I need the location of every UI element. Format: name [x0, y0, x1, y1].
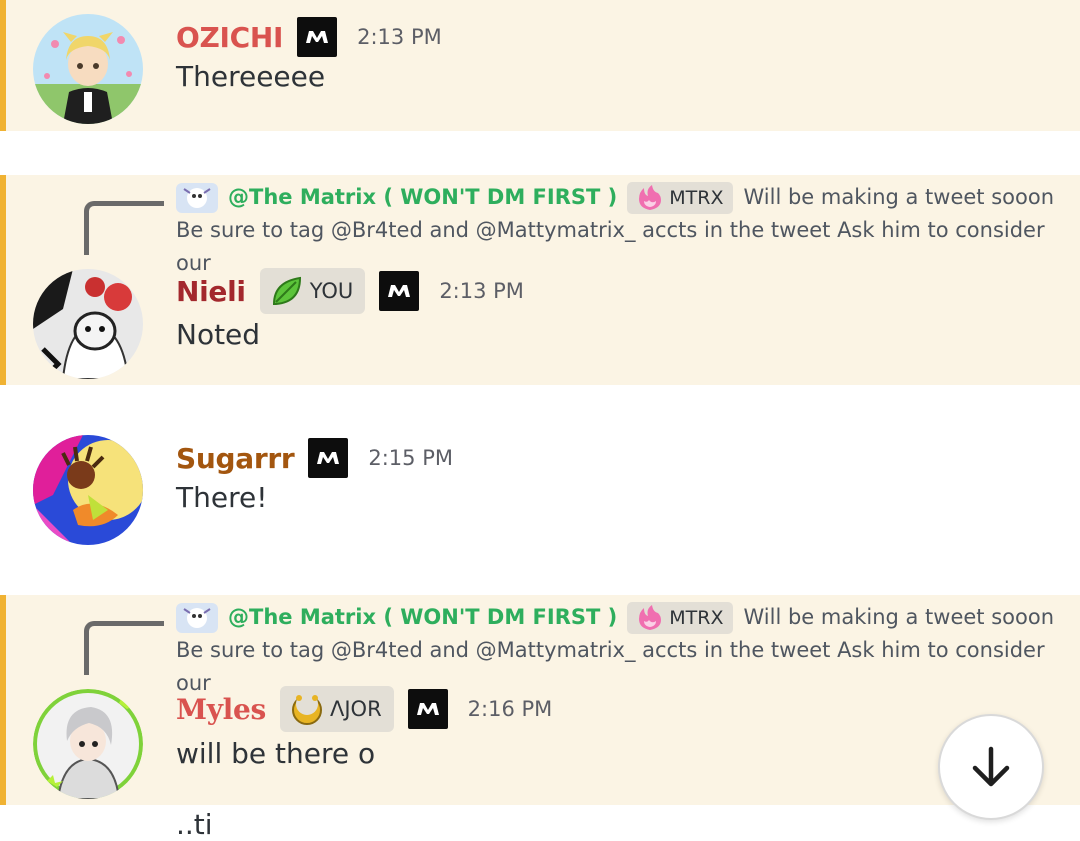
message-header: OZICHI 2:13 PM: [176, 15, 442, 59]
anime-girl-avatar[interactable]: [33, 14, 143, 124]
matrix-m-badge-icon[interactable]: [297, 17, 338, 57]
role-chip[interactable]: ΛJOR: [279, 686, 394, 732]
reply-preview[interactable]: @The Matrix ( WON'T DM FIRST ) MTRX Will b…: [176, 181, 1056, 280]
matrix-m-badge-icon[interactable]: [407, 689, 448, 729]
reply-mention[interactable]: @The Matrix ( WON'T DM FIRST ): [228, 185, 617, 209]
message-myles[interactable]: @The Matrix ( WON'T DM FIRST ) MTRX Will b…: [0, 595, 1080, 805]
message-header: Sugarrr 2:15 PM: [176, 436, 453, 480]
message-text: Noted: [176, 318, 261, 351]
arrow-down-icon: [972, 746, 1010, 787]
role-chip[interactable]: YOU: [259, 268, 366, 314]
jump-to-bottom-button[interactable]: [938, 714, 1044, 820]
message-text: There!: [176, 481, 268, 514]
dark-mask-avatar[interactable]: [33, 269, 143, 379]
message-text: will be there o: [176, 737, 376, 770]
pink-flame-icon: [639, 185, 662, 210]
author-name[interactable]: Myles: [176, 693, 266, 726]
author-name[interactable]: OZICHI: [176, 21, 283, 54]
message-header: Myles ΛJOR 2:16 PM: [176, 686, 553, 732]
next-message-partial: ..ti: [176, 808, 213, 841]
pink-flame-icon: [639, 605, 662, 630]
message-sugarrr[interactable]: Sugarrr 2:15 PM There!: [0, 430, 1080, 555]
role-label: ΛJOR: [329, 697, 382, 721]
message-header: Nieli YOU 2:13 PM: [176, 268, 524, 314]
timestamp: 2:13 PM: [439, 279, 524, 303]
reply-avatar: [176, 183, 218, 213]
matrix-m-badge-icon[interactable]: [308, 438, 349, 478]
gold-crescent-icon: [291, 693, 322, 725]
reply-role-chip[interactable]: MTRX: [627, 182, 734, 214]
timestamp: 2:15 PM: [368, 446, 453, 470]
message-text: Thereeeee: [176, 60, 326, 93]
reply-mention[interactable]: @The Matrix ( WON'T DM FIRST ): [228, 605, 617, 629]
message-nieli[interactable]: @The Matrix ( WON'T DM FIRST ) MTRX Will b…: [0, 175, 1080, 385]
reply-role-chip[interactable]: MTRX: [627, 602, 734, 634]
role-label: YOU: [309, 279, 354, 303]
silver-hair-avatar[interactable]: [33, 689, 143, 799]
reply-connector: [84, 201, 164, 255]
reply-connector: [84, 621, 164, 675]
green-leaf-icon: [272, 276, 301, 305]
matrix-m-badge-icon[interactable]: [379, 271, 420, 311]
author-name[interactable]: Sugarrr: [176, 442, 295, 475]
author-name[interactable]: Nieli: [176, 275, 246, 308]
reply-role-label: MTRX: [669, 186, 724, 209]
colorful-art-avatar[interactable]: [33, 435, 143, 545]
timestamp: 2:13 PM: [357, 25, 442, 49]
timestamp: 2:16 PM: [467, 697, 553, 721]
reply-avatar: [176, 603, 218, 633]
message-ozichi[interactable]: OZICHI 2:13 PM Thereeeee: [0, 0, 1080, 131]
reply-role-label: MTRX: [669, 606, 724, 629]
